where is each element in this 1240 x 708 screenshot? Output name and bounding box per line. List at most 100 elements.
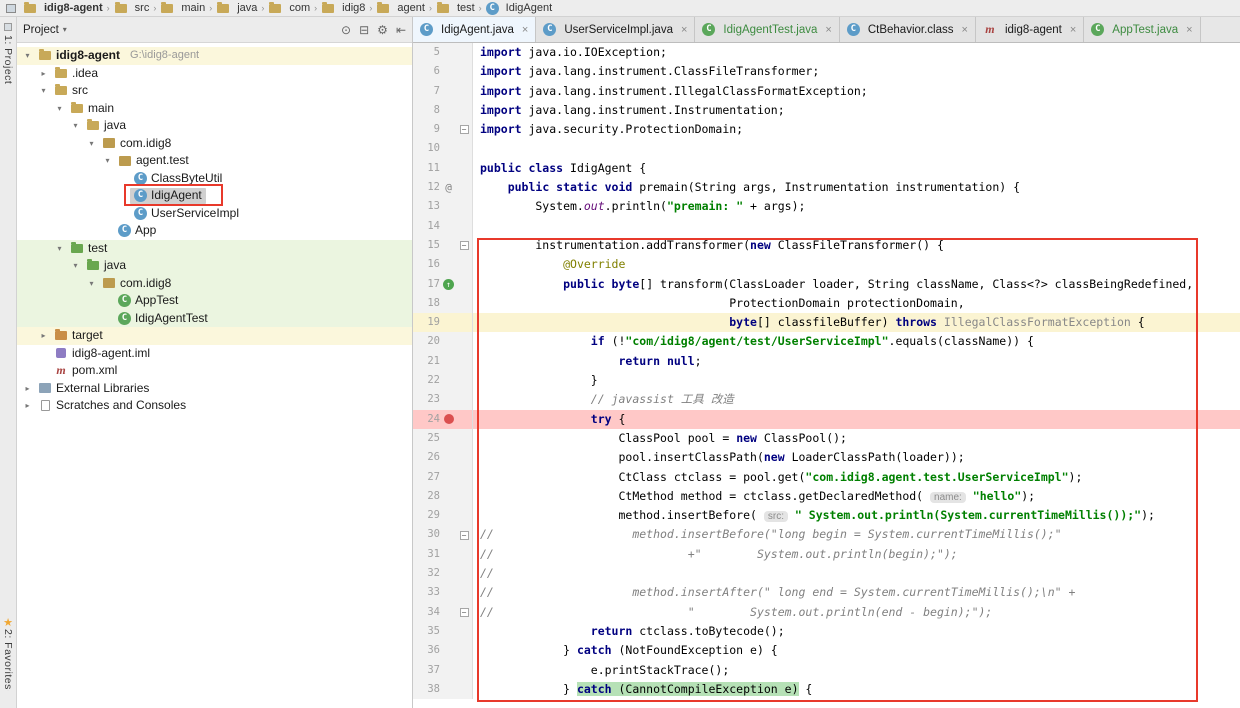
tree-item-src[interactable]: ▾src — [17, 82, 412, 100]
overrides-method-icon[interactable]: ↑ — [443, 279, 454, 290]
breadcrumb-item-java[interactable]: java — [214, 2, 259, 15]
tree-item-pom-xml[interactable]: mpom.xml — [17, 362, 412, 380]
close-tab-icon[interactable]: × — [522, 24, 528, 36]
tab-idig8-agent[interactable]: midig8-agent× — [976, 17, 1084, 42]
editor-gutter[interactable]: 33 — [413, 583, 473, 602]
tree-item-com-idig8[interactable]: ▾com.idig8 — [17, 135, 412, 153]
editor-gutter[interactable]: 14 — [413, 217, 473, 236]
collapse-all-icon[interactable]: ⊟ — [359, 23, 369, 37]
editor-gutter[interactable]: 31 — [413, 545, 473, 564]
tool-window-project[interactable]: 1: Project — [2, 35, 14, 84]
tree-chevron-icon[interactable]: ▾ — [21, 47, 34, 65]
tab-apptest-java[interactable]: CAppTest.java× — [1084, 17, 1200, 42]
tree-item-classbyteutil[interactable]: CClassByteUtil — [17, 170, 412, 188]
breadcrumb-item-src[interactable]: src — [112, 2, 152, 15]
close-tab-icon[interactable]: × — [1186, 24, 1192, 36]
tool-window-favorites[interactable]: 2: Favorites — [2, 629, 14, 690]
tree-item-idigagenttest[interactable]: CIdigAgentTest — [17, 310, 412, 328]
editor-gutter[interactable]: 18 — [413, 294, 473, 313]
tab-userserviceimpl-java[interactable]: CUserServiceImpl.java× — [536, 17, 695, 42]
tree-item-java[interactable]: ▾java — [17, 117, 412, 135]
tree-chevron-icon[interactable]: ▾ — [69, 257, 82, 275]
tree-chevron-icon[interactable]: ▾ — [69, 117, 82, 135]
editor-gutter[interactable]: 6 — [413, 62, 473, 81]
tree-item-external-libraries[interactable]: ▸External Libraries — [17, 380, 412, 398]
tree-item-app[interactable]: CApp — [17, 222, 412, 240]
breadcrumb-item-main[interactable]: main — [158, 2, 207, 15]
tree-item-idigagent[interactable]: CIdigAgent — [17, 187, 412, 205]
fold-marker-icon[interactable]: − — [460, 608, 469, 617]
editor-gutter[interactable]: 35 — [413, 622, 473, 641]
editor-gutter[interactable]: 20 — [413, 332, 473, 351]
tree-item-com-idig8[interactable]: ▾com.idig8 — [17, 275, 412, 293]
breadcrumb-item-idig8-agent[interactable]: idig8-agent — [21, 2, 105, 15]
fold-marker-icon[interactable]: − — [460, 125, 469, 134]
tree-chevron-icon[interactable]: ▾ — [101, 152, 114, 170]
editor-gutter[interactable]: 26 — [413, 448, 473, 467]
editor-gutter[interactable]: 28 — [413, 487, 473, 506]
hide-panel-icon[interactable]: ⇤ — [396, 23, 406, 37]
tree-chevron-icon[interactable]: ▸ — [21, 380, 34, 398]
editor-gutter[interactable]: 27 — [413, 468, 473, 487]
editor-gutter[interactable]: 19 — [413, 313, 473, 332]
tree-chevron-icon[interactable]: ▾ — [85, 135, 98, 153]
editor-gutter[interactable]: 13 — [413, 197, 473, 216]
editor-gutter[interactable]: 34− — [413, 603, 473, 622]
tree-item-userserviceimpl[interactable]: CUserServiceImpl — [17, 205, 412, 223]
tree-chevron-icon[interactable]: ▾ — [85, 275, 98, 293]
tree-item-agent-test[interactable]: ▾agent.test — [17, 152, 412, 170]
settings-icon[interactable]: ⚙ — [377, 23, 388, 37]
close-tab-icon[interactable]: × — [962, 24, 968, 36]
editor-gutter[interactable]: 15− — [413, 236, 473, 255]
editor-gutter[interactable]: 8 — [413, 101, 473, 120]
breadcrumb-item-com[interactable]: com — [266, 2, 312, 15]
editor-gutter[interactable]: 21 — [413, 352, 473, 371]
code-editor[interactable]: 5import java.io.IOException;6import java… — [413, 43, 1240, 708]
tree-item-idig8-agent-iml[interactable]: idig8-agent.iml — [17, 345, 412, 363]
editor-gutter[interactable]: 16 — [413, 255, 473, 274]
editor-gutter[interactable]: 24 — [413, 410, 473, 429]
editor-gutter[interactable]: 11 — [413, 159, 473, 178]
editor-gutter[interactable]: 22 — [413, 371, 473, 390]
editor-gutter[interactable]: 30− — [413, 525, 473, 544]
editor-gutter[interactable]: 36 — [413, 641, 473, 660]
editor-gutter[interactable]: 37 — [413, 661, 473, 680]
editor-gutter[interactable]: 29 — [413, 506, 473, 525]
tree-item-idea[interactable]: ▸.idea — [17, 65, 412, 83]
tree-chevron-icon[interactable]: ▾ — [53, 240, 66, 258]
tool-window-structure[interactable]: Structure — [2, 690, 14, 691]
locate-file-icon[interactable]: ⊙ — [341, 23, 351, 37]
close-tab-icon[interactable]: × — [1070, 24, 1076, 36]
breadcrumb-item-idigagent[interactable]: CIdigAgent — [484, 2, 554, 15]
editor-gutter[interactable]: 10 — [413, 139, 473, 158]
editor-gutter[interactable]: 23 — [413, 390, 473, 409]
tree-item-test[interactable]: ▾test — [17, 240, 412, 258]
breadcrumb-item-idig8[interactable]: idig8 — [319, 2, 367, 15]
window-menu-icon[interactable] — [6, 4, 16, 13]
tree-item-java[interactable]: ▾java — [17, 257, 412, 275]
breakpoint-icon[interactable] — [444, 414, 454, 424]
project-view-selector[interactable]: Project ▾ — [23, 24, 67, 36]
breadcrumb-item-test[interactable]: test — [434, 2, 477, 15]
tree-item-target[interactable]: ▸target — [17, 327, 412, 345]
tree-chevron-icon[interactable]: ▾ — [53, 100, 66, 118]
editor-gutter[interactable]: 38 — [413, 680, 473, 699]
editor-gutter[interactable]: 12@ — [413, 178, 473, 197]
tab-idigagent-java[interactable]: CIdigAgent.java× — [413, 17, 536, 42]
editor-gutter[interactable]: 5 — [413, 43, 473, 62]
tree-chevron-icon[interactable]: ▸ — [37, 65, 50, 83]
tree-chevron-icon[interactable]: ▾ — [37, 82, 50, 100]
editor-gutter[interactable]: 25 — [413, 429, 473, 448]
tab-ctbehavior-class[interactable]: CCtBehavior.class× — [840, 17, 976, 42]
close-tab-icon[interactable]: × — [825, 24, 831, 36]
fold-marker-icon[interactable]: − — [460, 241, 469, 250]
close-tab-icon[interactable]: × — [681, 24, 687, 36]
breadcrumb-item-agent[interactable]: agent — [374, 2, 427, 15]
tree-chevron-icon[interactable]: ▸ — [21, 397, 34, 415]
tree-chevron-icon[interactable]: ▸ — [37, 327, 50, 345]
tree-item-scratches-and-consoles[interactable]: ▸Scratches and Consoles — [17, 397, 412, 415]
editor-gutter[interactable]: 7 — [413, 82, 473, 101]
tree-item-idig8-agent[interactable]: ▾idig8-agentG:\idig8-agent — [17, 47, 412, 65]
fold-marker-icon[interactable]: − — [460, 531, 469, 540]
tree-item-apptest[interactable]: CAppTest — [17, 292, 412, 310]
